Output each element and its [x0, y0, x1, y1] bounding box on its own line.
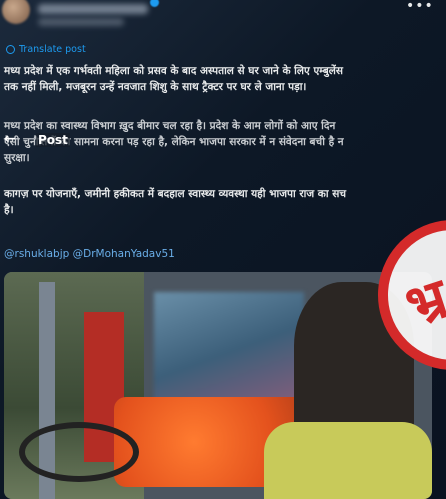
post-page-title: Post — [36, 133, 70, 147]
verified-badge-icon — [150, 0, 159, 7]
post-header: ••• — [0, 0, 446, 36]
author-handle-blurred — [38, 18, 124, 26]
post-text-paragraph-3: कागज़ पर योजनाएँ, जमीनी हकीकत में बदहाल … — [4, 188, 347, 216]
media-steering-wheel — [19, 422, 139, 482]
back-arrow-icon[interactable]: ← — [4, 131, 16, 147]
post-mentions[interactable]: @rshuklabjp @DrMohanYadav51 — [4, 248, 175, 260]
avatar[interactable] — [2, 0, 30, 24]
globe-icon — [6, 45, 15, 54]
more-options-icon[interactable]: ••• — [406, 0, 434, 14]
media-cloth — [154, 292, 304, 412]
stamp-text: भ्र — [397, 265, 446, 340]
translate-post-label: Translate post — [19, 44, 86, 55]
post-text-paragraph-1: मध्य प्रदेश में एक गर्भवती महिला को प्रस… — [4, 65, 343, 93]
translate-post-link[interactable]: Translate post — [6, 44, 86, 55]
author-name-blurred[interactable] — [38, 4, 148, 14]
post-video-thumbnail[interactable] — [4, 272, 432, 499]
media-person-shirt — [264, 422, 432, 499]
